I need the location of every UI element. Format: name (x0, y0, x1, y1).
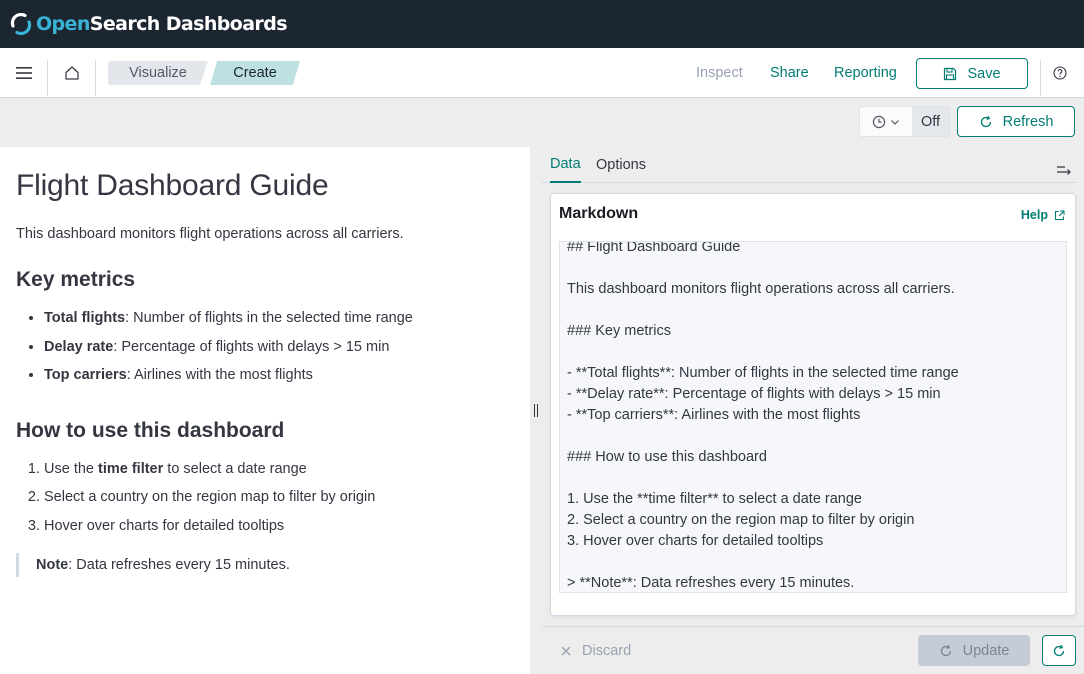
note-blockquote: Note: Data refreshes every 15 minutes. (16, 553, 530, 577)
markdown-line: ### How to use this dashboard (567, 449, 767, 465)
refresh-icon (1053, 644, 1065, 656)
tab-options[interactable]: Options (596, 147, 646, 183)
markdown-line: 2. Select a country on the region map to… (567, 512, 915, 528)
top-header: OpenSearch Dashboards (0, 0, 1084, 48)
markdown-line (567, 300, 1066, 321)
refresh-button[interactable]: Refresh (957, 106, 1075, 137)
markdown-line (567, 552, 1066, 573)
refresh-icon (980, 115, 991, 127)
discard-button[interactable]: Discard (560, 627, 631, 674)
share-button[interactable]: Share (770, 48, 809, 97)
breadcrumb-visualize[interactable]: Visualize (108, 61, 208, 85)
opensearch-logo-icon[interactable] (10, 13, 32, 35)
markdown-line: This dashboard monitors flight operation… (567, 281, 955, 297)
nav-divider (1040, 60, 1041, 96)
markdown-textarea[interactable]: ## Flight Dashboard Guide This dashboard … (559, 241, 1067, 593)
markdown-line: 3. Hover over charts for detailed toolti… (567, 533, 824, 549)
nav-bar: Visualize Create Inspect Share Reporting… (0, 48, 1084, 98)
list-item: Delay rate: Percentage of flights with d… (44, 339, 530, 368)
refresh-toolbar: Off Refresh (0, 98, 1084, 146)
external-link-icon (1054, 209, 1065, 220)
markdown-line: 1. Use the **time filter** to select a d… (567, 491, 862, 507)
list-item: Top carriers: Airlines with the most fli… (44, 367, 530, 396)
markdown-line: ## Flight Dashboard Guide (567, 241, 741, 255)
panel-title: Markdown (559, 205, 639, 222)
markdown-line: ### Key metrics (567, 323, 671, 339)
editor-footer: Discard Update (542, 626, 1084, 674)
collapse-sidebar-icon[interactable] (1056, 162, 1072, 178)
markdown-line (567, 342, 1066, 363)
save-button[interactable]: Save (916, 58, 1028, 89)
interval-dropdown[interactable] (860, 107, 912, 136)
markdown-line: - **Delay rate**: Percentage of flights … (567, 386, 941, 402)
home-icon (64, 65, 79, 80)
list-item: Hover over charts for detailed tooltips (44, 518, 530, 547)
list-item: Use the time filter to select a date ran… (44, 461, 530, 490)
reporting-button[interactable]: Reporting (834, 48, 897, 97)
key-metrics-heading: Key metrics (16, 268, 136, 291)
refresh-label: Refresh (1002, 113, 1054, 130)
help-icon[interactable] (1052, 65, 1068, 81)
markdown-line: - **Top carriers**: Airlines with the mo… (567, 407, 861, 423)
update-button[interactable]: Update (918, 635, 1030, 666)
save-label: Save (967, 65, 1001, 82)
close-icon (561, 646, 571, 656)
panel-resize-handle[interactable] (534, 404, 538, 417)
refresh-interval-picker[interactable]: Off (859, 106, 950, 137)
home-button[interactable] (48, 48, 95, 97)
metrics-list: Total flights: Number of flights in the … (44, 310, 530, 396)
how-to-heading: How to use this dashboard (16, 418, 285, 442)
tab-data[interactable]: Data (550, 147, 581, 183)
nav-divider (95, 60, 96, 96)
auto-apply-button[interactable] (1042, 635, 1076, 666)
markdown-line: > **Note**: Data refreshes every 15 minu… (567, 575, 855, 591)
refresh-icon (940, 644, 951, 656)
inspect-button[interactable]: Inspect (696, 48, 743, 97)
app-logo-text[interactable]: OpenSearch Dashboards (36, 13, 288, 35)
markdown-line: - **Total flights**: Number of flights i… (567, 365, 959, 381)
markdown-line (567, 426, 1066, 447)
hamburger-icon (15, 66, 32, 79)
chevron-down-icon (891, 119, 899, 125)
list-item: Select a country on the region map to fi… (44, 489, 530, 518)
markdown-line (567, 258, 1066, 279)
help-link[interactable]: Help (1021, 208, 1065, 222)
preview-intro: This dashboard monitors flight operation… (16, 226, 404, 242)
markdown-line (567, 468, 1066, 489)
menu-button[interactable] (0, 48, 47, 97)
markdown-preview: Flight Dashboard Guide This dashboard mo… (0, 147, 530, 674)
save-icon (944, 67, 957, 80)
editor-tabs: Data Options (542, 147, 1076, 183)
markdown-editor-panel: Markdown Help ## Flight Dashboard Guide T… (550, 193, 1076, 616)
preview-title: Flight Dashboard Guide (16, 169, 329, 202)
interval-value: Off (912, 107, 949, 136)
breadcrumb-create: Create (210, 61, 300, 85)
clock-icon (872, 115, 886, 128)
steps-list: Use the time filter to select a date ran… (44, 461, 530, 547)
list-item: Total flights: Number of flights in the … (44, 310, 530, 339)
